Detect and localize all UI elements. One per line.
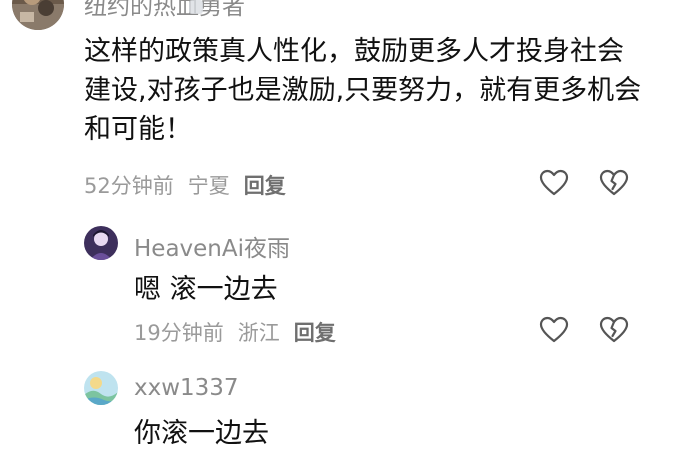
avatar-image — [84, 226, 118, 260]
avatar[interactable] — [84, 371, 118, 405]
heart-outline-icon — [539, 169, 569, 196]
dislike-button[interactable] — [599, 315, 629, 345]
comment-time: 19分钟前 — [134, 321, 224, 345]
dislike-button[interactable] — [599, 168, 629, 198]
avatar-image — [84, 371, 118, 405]
heart-outline-icon — [539, 316, 569, 343]
comment-location: 浙江 — [237, 321, 280, 345]
avatar-image — [12, 0, 64, 30]
comment-thread: 纽约的热血勇者 这样的政策真人性化，鼓励更多人才投身社会建设,对孩子也是激励,只… — [0, 0, 675, 461]
comment-time: 52分钟前 — [84, 174, 174, 198]
comment-text: 嗯 滚一边去 — [134, 274, 278, 305]
comment-username[interactable]: xxw1337 — [134, 375, 239, 401]
like-button[interactable] — [539, 315, 569, 345]
reply-button[interactable]: 回复 — [294, 317, 336, 347]
avatar[interactable] — [12, 0, 64, 30]
comment-username[interactable]: HeavenAi夜雨 — [134, 229, 290, 263]
comment-location: 宁夏 — [187, 174, 230, 198]
comment-meta: 19分钟前 浙江 回复 — [134, 317, 336, 347]
like-button[interactable] — [539, 168, 569, 198]
comment-meta: 52分钟前 宁夏 回复 — [84, 170, 286, 200]
avatar[interactable] — [84, 226, 118, 260]
reply-button[interactable]: 回复 — [244, 170, 286, 200]
blurred-mark — [189, 0, 203, 14]
comment-username[interactable]: 纽约的热血勇者 — [84, 0, 245, 21]
broken-heart-icon — [599, 316, 629, 343]
comment-text: 你滚一边去 — [134, 418, 269, 449]
comment-text: 这样的政策真人性化，鼓励更多人才投身社会建设,对孩子也是激励,只要努力，就有更多… — [84, 36, 642, 145]
broken-heart-icon — [599, 169, 629, 196]
